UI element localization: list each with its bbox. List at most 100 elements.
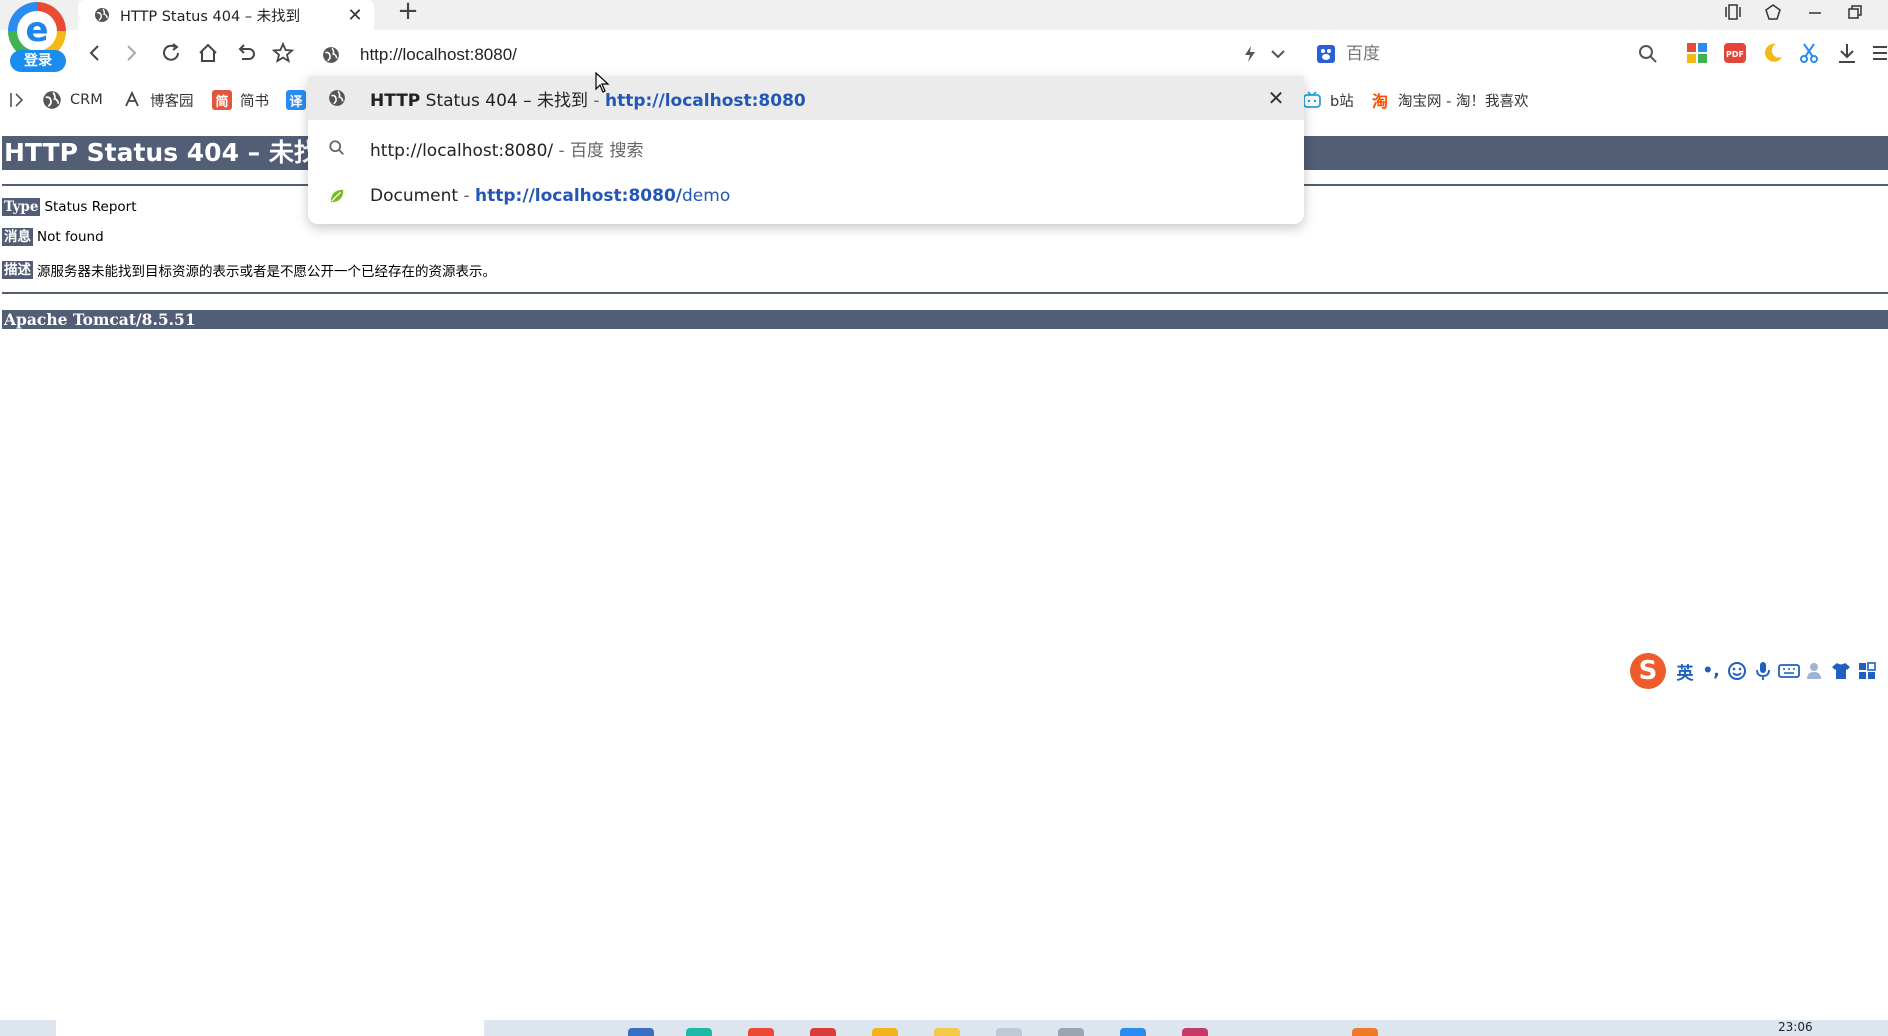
menu-icon[interactable] bbox=[1870, 40, 1888, 66]
site-info-icon[interactable] bbox=[322, 46, 340, 64]
ime-punctuation-toggle[interactable]: •, bbox=[1698, 658, 1724, 684]
screenshot-scissors-icon[interactable] bbox=[1796, 40, 1822, 66]
ime-mode-toggle[interactable]: 英 bbox=[1672, 658, 1698, 684]
lightning-icon[interactable] bbox=[1240, 44, 1260, 64]
tab-title: HTTP Status 404 – 未找到 bbox=[120, 8, 301, 25]
translate-icon: 译 bbox=[286, 90, 306, 110]
suggestion-item[interactable]: Document - http://localhost:8080/demo bbox=[308, 174, 1304, 218]
row-label: 描述 bbox=[2, 261, 33, 279]
chevron-down-icon[interactable] bbox=[1268, 44, 1288, 64]
url-input[interactable] bbox=[360, 40, 1160, 70]
login-button[interactable]: 登录 bbox=[10, 50, 66, 72]
bookmark-label: 博客园 bbox=[150, 93, 194, 110]
download-icon[interactable] bbox=[1834, 40, 1860, 66]
info-row-description: 描述 源服务器未能找到目标资源的表示或者是不愿公开一个已经存在的资源表示。 bbox=[2, 260, 496, 280]
minimize-icon[interactable] bbox=[1798, 0, 1832, 24]
taskbar-search-box[interactable] bbox=[56, 1020, 484, 1036]
search-icon[interactable] bbox=[1638, 44, 1658, 64]
server-footer: Apache Tomcat/8.5.51 bbox=[2, 310, 1888, 329]
suggestion-url: http://localhost:8080/ bbox=[475, 186, 683, 206]
pdf-icon[interactable]: PDF bbox=[1722, 40, 1748, 66]
bookmark-label: 简书 bbox=[240, 93, 269, 110]
ime-toolbar: S 英 •, bbox=[1630, 652, 1888, 690]
browser-logo-login[interactable]: e 登录 bbox=[4, 2, 66, 72]
home-icon[interactable] bbox=[193, 38, 223, 68]
bookmark-bilibili[interactable]: b站 bbox=[1302, 88, 1354, 112]
taobao-icon: 淘 bbox=[1371, 92, 1388, 111]
globe-icon bbox=[43, 91, 61, 109]
keyboard-icon[interactable] bbox=[1776, 658, 1802, 684]
taskbar-app-icon[interactable] bbox=[686, 1028, 712, 1036]
bookmark-label: CRM bbox=[70, 92, 103, 108]
sogou-logo-icon[interactable]: S bbox=[1630, 653, 1666, 689]
search-icon bbox=[329, 140, 344, 155]
row-value: Status Report bbox=[44, 199, 137, 215]
suggestion-title: http://localhost:8080/ bbox=[370, 140, 554, 161]
sidebar-toggle-icon[interactable] bbox=[1716, 0, 1750, 24]
bilibili-icon bbox=[1303, 91, 1321, 108]
user-icon[interactable] bbox=[1802, 658, 1828, 684]
taskbar-app-icon[interactable] bbox=[1352, 1028, 1378, 1036]
forward-icon[interactable] bbox=[116, 38, 146, 68]
info-row-type: Type Status Report bbox=[2, 198, 137, 216]
address-suggestions: HTTP Status 404 – 未找到 - http://localhost… bbox=[308, 76, 1304, 224]
suggestion-text: HTTP Status 404 – 未找到 - http://localhost… bbox=[370, 86, 806, 111]
remove-suggestion-icon[interactable]: ✕ bbox=[1266, 88, 1286, 108]
back-icon[interactable] bbox=[80, 38, 110, 68]
taskbar-app-icon[interactable] bbox=[810, 1028, 836, 1036]
suggestion-text: Document - http://localhost:8080/demo bbox=[370, 186, 730, 206]
suggestion-title: Status 404 – 未找到 bbox=[420, 90, 589, 111]
suggestion-match: HTTP bbox=[370, 90, 421, 111]
toolbox-grid-icon[interactable] bbox=[1854, 658, 1880, 684]
suggestion-title: Document bbox=[370, 186, 459, 206]
taskbar-app-icon[interactable] bbox=[996, 1028, 1022, 1036]
suggestion-hint: 百度 搜索 bbox=[570, 140, 644, 161]
reload-icon[interactable] bbox=[156, 38, 186, 68]
jianshu-icon: 简 bbox=[212, 90, 232, 110]
tab-close-icon[interactable]: ✕ bbox=[346, 5, 364, 26]
suggestion-separator: - bbox=[458, 186, 476, 206]
undo-close-tab-icon[interactable] bbox=[231, 38, 261, 68]
taskbar-app-icon[interactable] bbox=[934, 1028, 960, 1036]
taskbar-clock[interactable]: 23:06 bbox=[1778, 1020, 1813, 1034]
taskbar-app-icon[interactable] bbox=[1120, 1028, 1146, 1036]
cnblogs-icon bbox=[125, 90, 139, 107]
restore-icon[interactable] bbox=[1838, 0, 1872, 24]
taskbar-app-icon[interactable] bbox=[748, 1028, 774, 1036]
favorite-star-icon[interactable] bbox=[268, 38, 298, 68]
globe-icon bbox=[329, 90, 345, 106]
skin-shirt-icon[interactable] bbox=[1828, 658, 1854, 684]
bookmarks-sidebar-toggle-icon[interactable] bbox=[8, 88, 28, 112]
page-content: HTTP Status 404 – 未找到 Type Status Report… bbox=[0, 120, 1888, 1020]
bookmark-jianshu[interactable]: 简 简书 bbox=[212, 88, 269, 112]
skin-icon[interactable] bbox=[1756, 0, 1790, 24]
active-tab[interactable]: HTTP Status 404 – 未找到 ✕ bbox=[78, 0, 374, 30]
new-tab-button[interactable]: + bbox=[396, 0, 420, 26]
row-value: 源服务器未能找到目标资源的表示或者是不愿公开一个已经存在的资源表示。 bbox=[37, 264, 496, 280]
svg-text:PDF: PDF bbox=[1726, 50, 1744, 59]
emoji-icon[interactable] bbox=[1724, 658, 1750, 684]
microphone-icon[interactable] bbox=[1750, 658, 1776, 684]
suggestion-url: http://localhost:8080 bbox=[604, 90, 806, 111]
suggestion-item[interactable]: http://localhost:8080/ - 百度 搜索 bbox=[308, 126, 1304, 170]
taskbar-app-icon[interactable] bbox=[1182, 1028, 1208, 1036]
search-input[interactable] bbox=[1346, 40, 1616, 68]
taskbar-app-icon[interactable] bbox=[628, 1028, 654, 1036]
address-bar[interactable] bbox=[308, 32, 1304, 78]
row-label: 消息 bbox=[2, 228, 33, 246]
divider bbox=[2, 292, 1888, 294]
suggestion-item[interactable]: HTTP Status 404 – 未找到 - http://localhost… bbox=[308, 76, 1304, 120]
night-mode-icon[interactable] bbox=[1760, 40, 1786, 66]
logo-e-icon: e bbox=[17, 11, 57, 51]
search-box[interactable] bbox=[1312, 36, 1670, 72]
taskbar-app-icon[interactable] bbox=[872, 1028, 898, 1036]
bookmark-cnblogs[interactable]: 博客园 bbox=[122, 88, 194, 112]
mouse-cursor-icon bbox=[595, 72, 610, 93]
bookmark-taobao[interactable]: 淘 淘宝网 - 淘！我喜欢 bbox=[1370, 88, 1528, 112]
baidu-paw-icon bbox=[1317, 45, 1335, 63]
row-label: Type bbox=[2, 198, 41, 216]
apps-grid-icon[interactable] bbox=[1684, 40, 1710, 66]
suggestion-text: http://localhost:8080/ - 百度 搜索 bbox=[370, 136, 643, 161]
taskbar-app-icon[interactable] bbox=[1058, 1028, 1084, 1036]
bookmark-crm[interactable]: CRM bbox=[42, 88, 103, 112]
